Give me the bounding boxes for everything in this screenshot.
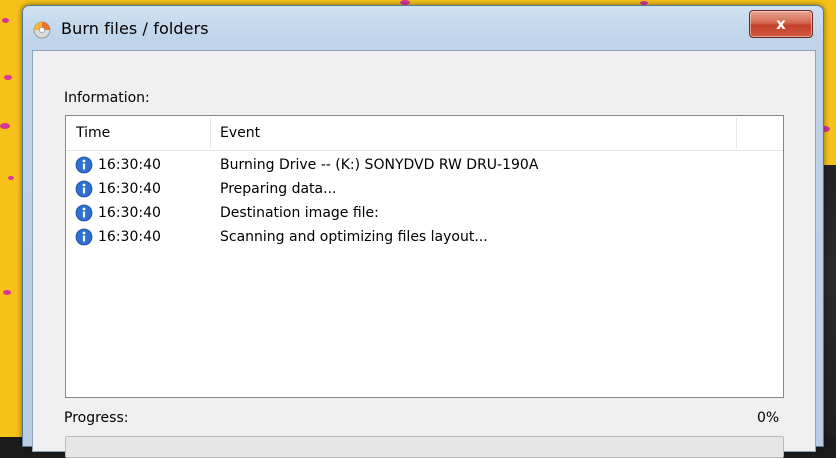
- list-item[interactable]: 16:30:40 Preparing data...: [66, 178, 783, 202]
- list-item[interactable]: 16:30:40 Scanning and optimizing files l…: [66, 226, 783, 250]
- dialog-client-area: Information: Time Event 16:30:40 Burning…: [32, 50, 816, 458]
- progress-label: Progress:: [64, 410, 129, 426]
- info-icon: [75, 228, 93, 246]
- close-button[interactable]: x: [749, 10, 813, 38]
- list-item[interactable]: 16:30:40 Burning Drive -- (K:) SONYDVD R…: [66, 154, 783, 178]
- row-event: Preparing data...: [220, 181, 337, 197]
- title-bar[interactable]: Burn files / folders x: [23, 6, 823, 50]
- row-event: Scanning and optimizing files layout...: [220, 229, 488, 245]
- progress-percent: 0%: [757, 410, 780, 426]
- row-time: 16:30:40: [98, 157, 161, 173]
- column-header-time[interactable]: Time: [66, 116, 210, 150]
- desktop-dot: [3, 290, 11, 295]
- window-title: Burn files / folders: [61, 19, 209, 38]
- event-log-list[interactable]: Time Event 16:30:40 Burning Drive -- (K:…: [65, 115, 784, 398]
- desktop-dot: [0, 123, 10, 129]
- desktop-dot: [2, 18, 9, 23]
- info-icon: [75, 180, 93, 198]
- column-header-event[interactable]: Event: [210, 116, 736, 150]
- info-icon: [75, 204, 93, 222]
- row-time: 16:30:40: [98, 181, 161, 197]
- list-item[interactable]: 16:30:40 Destination image file:: [66, 202, 783, 226]
- info-icon: [75, 156, 93, 174]
- disc-burn-icon: [33, 21, 51, 39]
- close-icon: x: [776, 15, 786, 33]
- column-divider[interactable]: [736, 118, 737, 148]
- desktop-dot: [4, 75, 12, 80]
- row-event: Burning Drive -- (K:) SONYDVD RW DRU-190…: [220, 157, 539, 173]
- row-time: 16:30:40: [98, 205, 161, 221]
- desktop-dot: [8, 176, 14, 180]
- information-label: Information:: [64, 90, 150, 106]
- row-event: Destination image file:: [220, 205, 379, 221]
- burn-dialog-window: Burn files / folders x Information: Time…: [22, 5, 824, 458]
- progress-bar: [65, 436, 784, 458]
- row-time: 16:30:40: [98, 229, 161, 245]
- list-header: Time Event: [66, 116, 783, 151]
